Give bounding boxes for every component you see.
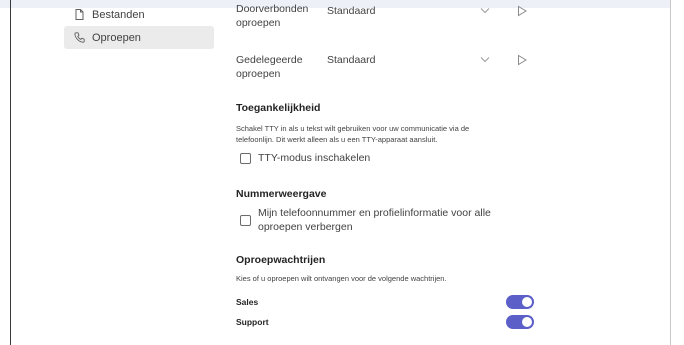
phone-icon [74,32,85,43]
accessibility-description: Schakel TTY in als u tekst wilt gebruike… [236,123,536,145]
tty-mode-checkbox[interactable] [240,153,251,164]
hide-caller-id-checkbox[interactable] [240,215,251,226]
file-icon [75,9,84,20]
queue-toggle-sales[interactable] [506,295,534,309]
sidebar-item-label: Oproepen [92,31,141,44]
tty-mode-label: TTY-modus inschakelen [258,152,371,164]
play-icon[interactable] [516,54,528,66]
sidebar-item-files[interactable]: Bestanden [64,3,214,26]
call-queues-description: Kies of u oproepen wilt ontvangen voor d… [236,274,447,283]
hide-caller-id-label: Mijn telefoonnummer en profielinformatie… [258,206,491,234]
description-line: telefoonlijn. Dit werkt alleen als u een… [236,135,438,144]
label-line: oproepen [236,68,281,80]
label-line: Gedelegeerde [236,54,303,66]
queue-label-sales: Sales [236,297,259,307]
window-left-border [10,0,11,345]
label-line: Mijn telefoonnummer en profielinformatie… [258,207,491,219]
call-queues-heading: Oproepwachtrijen [236,254,326,266]
description-line: Schakel TTY in als u tekst wilt gebruike… [236,124,470,133]
sidebar-item-calls[interactable]: Oproepen [64,26,214,49]
hide-caller-id-option[interactable]: Mijn telefoonnummer en profielinformatie… [240,206,491,234]
forwarded-calls-ringtone-select[interactable]: Standaard [324,0,498,24]
caller-id-heading: Nummerweergave [236,188,327,200]
window-right-border [670,0,671,345]
toggle-knob [522,317,532,327]
forwarded-calls-label: Doorverbonden oproepen [236,2,322,30]
right-gutter [671,0,684,345]
queue-label-support: Support [236,317,269,327]
chevron-down-icon [480,8,490,14]
label-line: oproepen verbergen [258,221,353,233]
select-value: Standaard [327,54,376,66]
toggle-knob [522,297,532,307]
delegated-calls-label: Gedelegeerde oproepen [236,53,322,81]
label-line: Doorverbonden [236,3,309,15]
play-icon[interactable] [516,5,528,17]
chevron-down-icon [480,57,490,63]
queue-toggle-support[interactable] [506,315,534,329]
sidebar-item-label: Bestanden [92,8,145,21]
select-value: Standaard [327,5,376,17]
tty-mode-option[interactable]: TTY-modus inschakelen [240,151,370,165]
delegated-calls-ringtone-select[interactable]: Standaard [324,47,498,73]
label-line: oproepen [236,17,281,29]
accessibility-heading: Toegankelijkheid [236,102,321,114]
